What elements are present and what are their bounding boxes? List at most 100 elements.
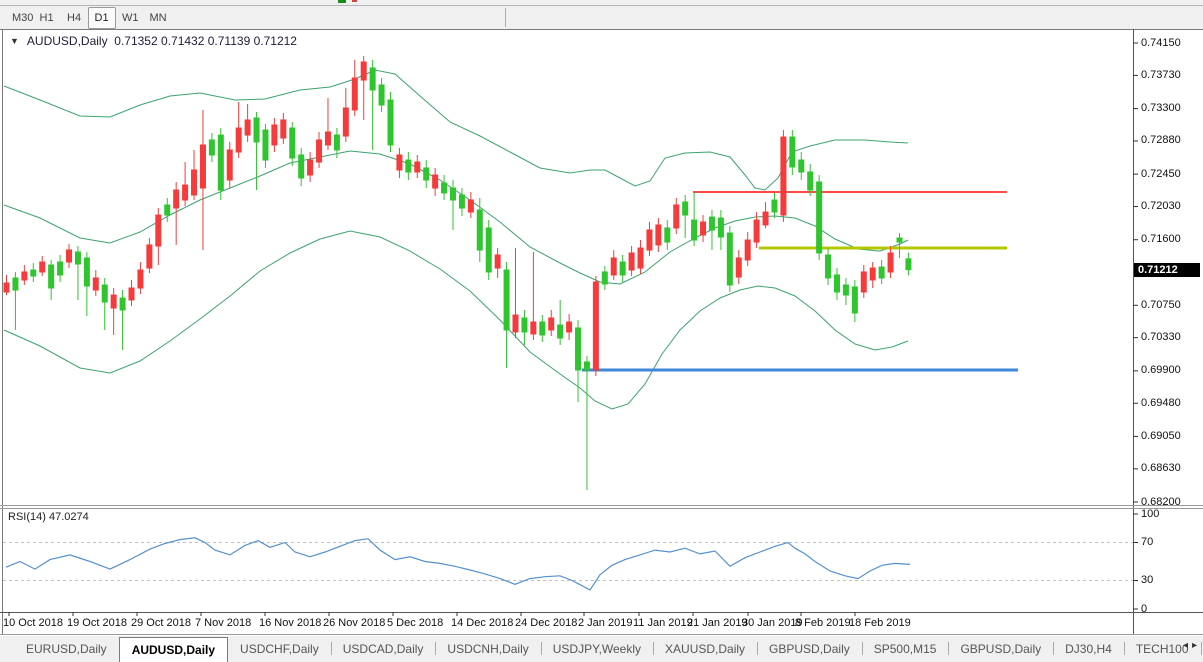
candle (406, 160, 411, 172)
candle (49, 265, 54, 288)
candle (772, 200, 777, 212)
candle (888, 253, 893, 272)
candle (709, 217, 714, 230)
candle (790, 137, 795, 167)
symbol-dropdown-icon[interactable]: ▼ (10, 36, 19, 46)
candle (638, 248, 643, 268)
price-axis-label: 0.72450 (1141, 168, 1181, 180)
chart-tab-sp500-m15[interactable]: SP500,M15 (862, 636, 949, 662)
candle (701, 222, 706, 235)
candle (272, 125, 277, 145)
rsi-axis-label: 70 (1141, 536, 1153, 548)
candlestick-chart-canvas[interactable] (0, 0, 1203, 662)
candle (183, 185, 188, 200)
price-axis-label: 0.69480 (1141, 397, 1181, 409)
rsi-indicator-label: RSI(14) 47.0274 (8, 511, 89, 523)
candle (567, 322, 572, 332)
candle (611, 258, 616, 275)
rsi-axis-label: 100 (1141, 508, 1159, 520)
chart-tab-eurusd-daily[interactable]: EURUSD,Daily (14, 636, 119, 662)
candle (718, 218, 723, 237)
candle (817, 182, 822, 253)
candle (397, 155, 402, 170)
candle (4, 283, 9, 292)
candle (67, 250, 72, 262)
candle (75, 252, 80, 264)
rsi-axis-label: 0 (1141, 603, 1147, 615)
price-axis-label: 0.73300 (1141, 102, 1181, 114)
chart-tab-gbpusd-daily[interactable]: GBPUSD,Daily (757, 636, 862, 662)
candle (620, 262, 625, 275)
low-value: 0.71139 (208, 34, 251, 48)
candle (334, 135, 339, 150)
date-axis-label: 11 Jan 2019 (633, 617, 693, 629)
candle (629, 253, 634, 270)
chart-tab-usdcnh-daily[interactable]: USDCNH,Daily (435, 636, 540, 662)
candle (388, 100, 393, 145)
tab-scroll-left-icon[interactable]: ◂ (1183, 640, 1192, 651)
chart-tab-usdcad-daily[interactable]: USDCAD,Daily (331, 636, 436, 662)
candle (736, 258, 741, 277)
current-price-tag: 0.71212 (1134, 263, 1200, 277)
tab-scroll-arrows[interactable]: ◂▸ (1183, 640, 1201, 651)
price-axis-label: 0.68630 (1141, 462, 1181, 474)
chart-tab-dj30-h4[interactable]: DJ30,H4 (1053, 636, 1124, 662)
tab-scroll-right-icon[interactable]: ▸ (1192, 640, 1201, 651)
candle (245, 120, 250, 135)
candle (84, 258, 89, 286)
price-axis-label: 0.73730 (1141, 69, 1181, 81)
candle (852, 287, 857, 313)
candle (308, 160, 313, 175)
candle (745, 240, 750, 260)
candle (209, 140, 214, 155)
date-axis-label: 21 Jan 2019 (687, 617, 748, 629)
candle (379, 85, 384, 105)
candle (174, 190, 179, 208)
chart-tab-gbpusd-daily[interactable]: GBPUSD,Daily (948, 636, 1053, 662)
candle (13, 278, 18, 290)
rsi-axis-label: 30 (1141, 574, 1153, 586)
candle (129, 288, 134, 300)
date-axis-label: 7 Nov 2018 (195, 617, 251, 629)
price-axis-label: 0.72880 (1141, 134, 1181, 146)
date-axis-label: 2 Jan 2019 (578, 617, 632, 629)
symbol-label: AUDUSD,Daily (27, 34, 108, 48)
candle (433, 175, 438, 188)
candle (486, 228, 491, 272)
candle (468, 200, 473, 212)
open-value: 0.71352 (114, 34, 157, 48)
date-axis-label: 26 Nov 2018 (323, 617, 385, 629)
chart-tab-audusd-daily[interactable]: AUDUSD,Daily (119, 637, 228, 662)
candle (147, 245, 152, 268)
chart-tab-xauusd-daily[interactable]: XAUUSD,Daily (653, 636, 757, 662)
bollinger-lower-band (4, 231, 908, 409)
candle (138, 270, 143, 288)
candle (584, 362, 589, 370)
candle (602, 272, 607, 284)
candle (558, 325, 563, 338)
candle (31, 270, 36, 276)
candle (870, 268, 875, 280)
chart-tab-usdchf-daily[interactable]: USDCHF,Daily (228, 636, 331, 662)
candle (254, 118, 259, 142)
candle (799, 160, 804, 172)
date-axis-label: 10 Oct 2018 (3, 617, 63, 629)
candle (415, 162, 420, 172)
candle (442, 183, 447, 193)
candle (647, 230, 652, 250)
candle (325, 132, 330, 145)
candle (879, 267, 884, 278)
ohlc-readout: ▼AUDUSD,Daily 0.71352 0.71432 0.71139 0.… (10, 34, 297, 48)
candle (451, 188, 456, 200)
candle (200, 145, 205, 188)
price-axis-label: 0.69050 (1141, 430, 1181, 442)
candle (156, 215, 161, 246)
candle (102, 285, 107, 302)
bollinger-upper-band (4, 70, 908, 190)
candle (763, 212, 768, 225)
date-axis-label: 5 Dec 2018 (387, 617, 443, 629)
price-axis-label: 0.70750 (1141, 299, 1181, 311)
date-axis-label: 29 Oct 2018 (131, 617, 191, 629)
chart-tab-usdjpy-weekly[interactable]: USDJPY,Weekly (541, 636, 653, 662)
candle (808, 172, 813, 190)
